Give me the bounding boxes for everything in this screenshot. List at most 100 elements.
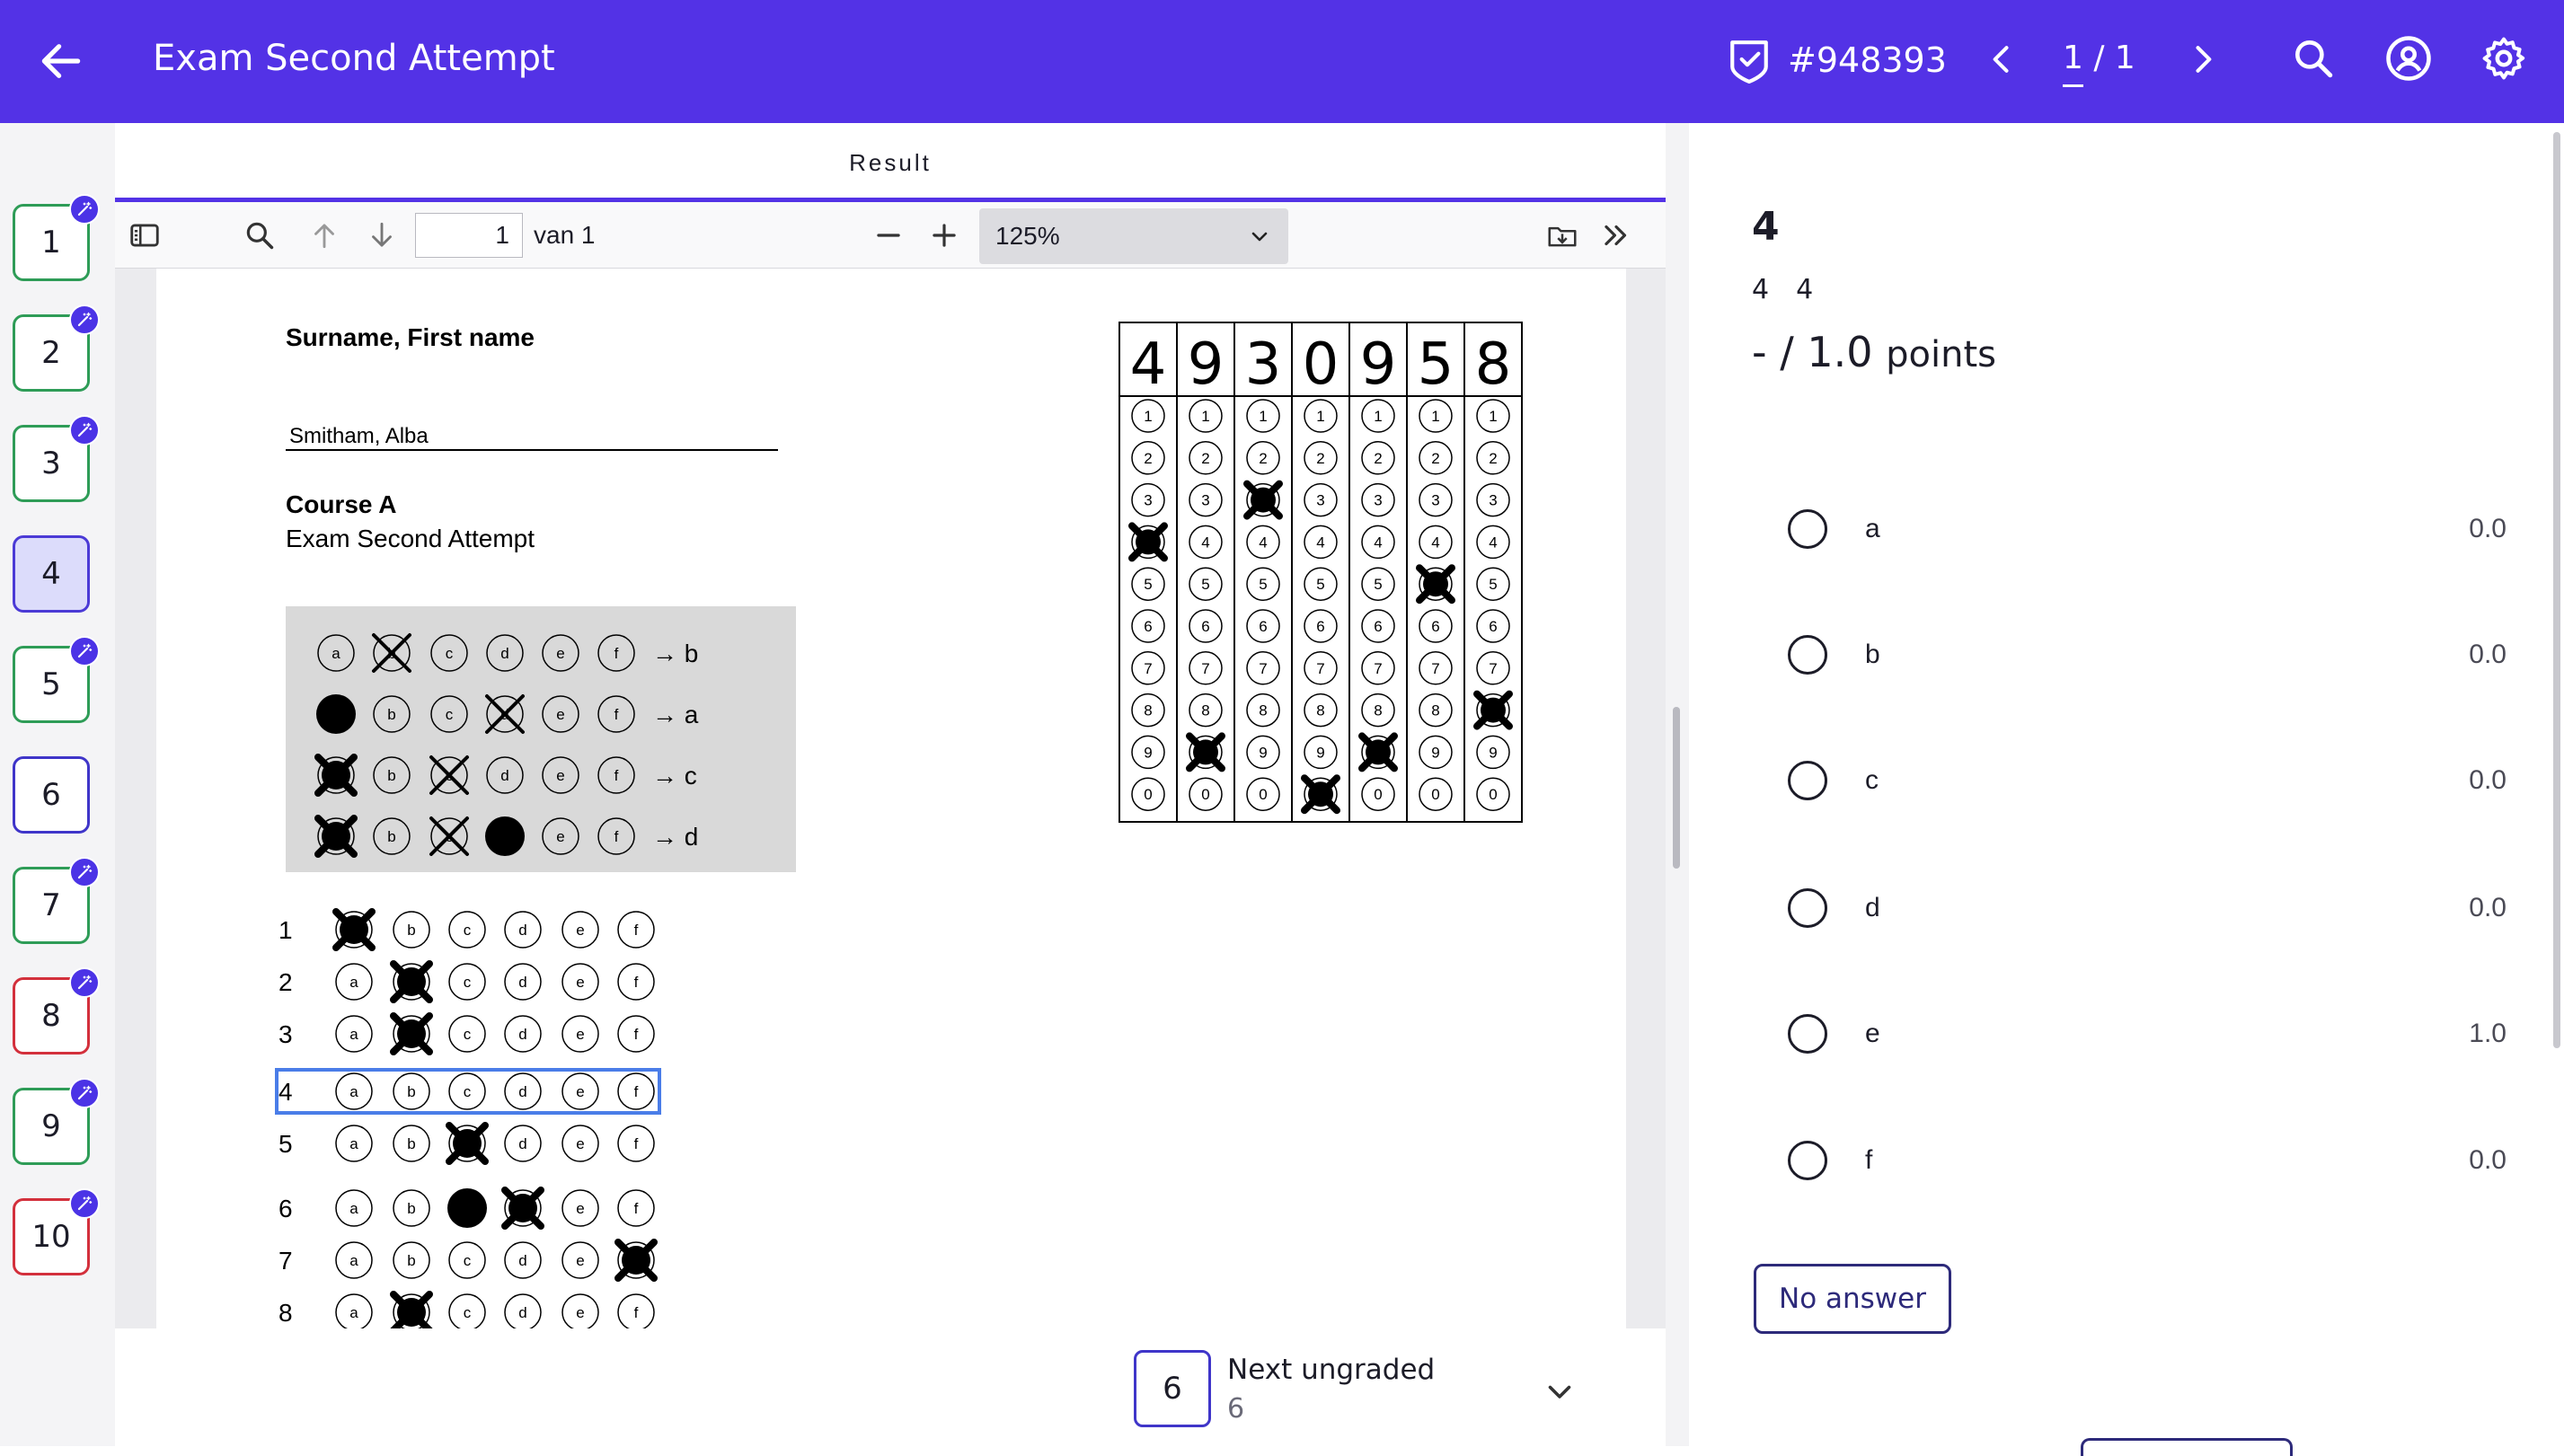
digit-bubble: 5 bbox=[1416, 564, 1455, 604]
question-button-2[interactable]: 2 bbox=[13, 304, 100, 392]
question-button-8[interactable]: 8 bbox=[13, 967, 100, 1054]
bubble-letter: 6 bbox=[1259, 618, 1267, 635]
answer-row-number: 3 bbox=[279, 1020, 293, 1048]
search-icon[interactable] bbox=[2291, 36, 2336, 81]
partial-button[interactable] bbox=[2081, 1438, 2293, 1456]
bubble-letter: 6 bbox=[1144, 618, 1152, 635]
answer-bubble: d bbox=[501, 1187, 544, 1230]
option-f[interactable]: f 0.0 bbox=[1788, 1123, 2507, 1195]
question-button-3[interactable]: 3 bbox=[13, 415, 100, 502]
option-points: 0.0 bbox=[2469, 765, 2507, 795]
bubble-letter: a bbox=[349, 1252, 358, 1269]
answer-bubble: d bbox=[504, 1015, 542, 1053]
bubble-letter: e bbox=[556, 767, 564, 784]
chevron-right-icon[interactable] bbox=[2183, 40, 2223, 79]
page-current[interactable]: 1 bbox=[2063, 36, 2083, 87]
auto-grade-badge bbox=[69, 194, 100, 225]
bubble-letter: b bbox=[407, 1135, 415, 1152]
no-answer-button[interactable]: No answer bbox=[1754, 1264, 1951, 1334]
answer-bubble: b bbox=[393, 1125, 430, 1162]
bubble-letter: 7 bbox=[1431, 660, 1439, 677]
question-button-10[interactable]: 10 bbox=[13, 1188, 100, 1275]
filled-mark bbox=[1251, 487, 1276, 513]
question-button-6[interactable]: 6 bbox=[13, 756, 90, 834]
zoom-in-icon[interactable] bbox=[927, 218, 961, 252]
bubble-letter: 3 bbox=[1374, 492, 1382, 509]
panel-scrollbar[interactable] bbox=[2553, 132, 2560, 1048]
question-button-5[interactable]: 5 bbox=[13, 636, 100, 723]
radio-button[interactable] bbox=[1788, 1014, 1827, 1054]
option-e[interactable]: e 1.0 bbox=[1788, 996, 2507, 1068]
double-chevron-right-icon[interactable] bbox=[1599, 218, 1633, 252]
handwritten-digit: 8 bbox=[1475, 331, 1512, 398]
resize-handle[interactable] bbox=[1673, 707, 1680, 869]
next-ungraded-question[interactable]: 6 bbox=[1134, 1350, 1211, 1427]
option-points: 0.0 bbox=[2469, 514, 2507, 543]
bubble-letter: c bbox=[464, 974, 472, 991]
bubble-letter: 8 bbox=[1144, 702, 1152, 719]
answer-bubble: a bbox=[335, 1241, 373, 1279]
bubble-letter: 3 bbox=[1431, 492, 1439, 509]
answer-bubble: b bbox=[393, 1241, 430, 1279]
question-button-9[interactable]: 9 bbox=[13, 1078, 100, 1165]
bubble-letter: a bbox=[349, 974, 358, 991]
filled-mark bbox=[322, 822, 350, 851]
question-button-1[interactable]: 1 bbox=[13, 194, 100, 281]
magic-wand-icon bbox=[77, 643, 93, 658]
radio-button[interactable] bbox=[1788, 888, 1827, 928]
bubble-letter: 5 bbox=[1489, 576, 1497, 593]
account-icon[interactable] bbox=[2384, 34, 2433, 83]
radio-button[interactable] bbox=[1788, 761, 1827, 800]
bubble-letter: 0 bbox=[1259, 786, 1267, 803]
answer-bubble: f bbox=[617, 963, 655, 1001]
radio-button[interactable] bbox=[1788, 635, 1827, 675]
open-file-icon[interactable] bbox=[1545, 218, 1579, 252]
bubble-letter: 1 bbox=[1144, 408, 1152, 425]
arrow-up-icon[interactable] bbox=[307, 218, 341, 252]
question-button-7[interactable]: 7 bbox=[13, 857, 100, 944]
option-label: f bbox=[1865, 1145, 1873, 1175]
option-a[interactable]: a 0.0 bbox=[1788, 491, 2507, 563]
answer-bubble: a bbox=[335, 1125, 373, 1162]
tab-result[interactable]: Result bbox=[115, 123, 1666, 202]
radio-button[interactable] bbox=[1788, 1141, 1827, 1180]
option-b[interactable]: b 0.0 bbox=[1788, 617, 2507, 689]
question-number: 4 bbox=[41, 556, 61, 592]
find-icon[interactable] bbox=[243, 218, 277, 252]
sidebar-toggle-icon[interactable] bbox=[128, 218, 162, 252]
panel-divider[interactable] bbox=[1666, 123, 1689, 1446]
question-number: 6 bbox=[41, 777, 61, 813]
back-arrow-icon[interactable] bbox=[36, 36, 86, 86]
bubble-letter: e bbox=[556, 828, 564, 845]
option-c[interactable]: c 0.0 bbox=[1788, 743, 2507, 815]
bubble-letter: 0 bbox=[1144, 786, 1152, 803]
magic-wand-icon bbox=[77, 975, 93, 990]
digit-bubble: 4 bbox=[1128, 522, 1168, 562]
bubble-letter: 7 bbox=[1144, 660, 1152, 677]
arrow-down-icon[interactable] bbox=[365, 218, 399, 252]
bubble-letter: a bbox=[349, 1026, 358, 1043]
radio-button[interactable] bbox=[1788, 509, 1827, 549]
answer-bubble: a bbox=[335, 1072, 373, 1110]
answer-bubble: f bbox=[617, 911, 655, 949]
answer-bubble: d bbox=[504, 963, 542, 1001]
answer-bubble: f bbox=[614, 1239, 658, 1282]
question-button-4[interactable]: 4 bbox=[13, 535, 90, 613]
gear-icon[interactable] bbox=[2480, 34, 2528, 83]
answer-bubble: c bbox=[448, 1015, 486, 1053]
zoom-select[interactable]: 125% bbox=[979, 208, 1288, 264]
option-d[interactable]: d 0.0 bbox=[1788, 870, 2507, 942]
bubble-letter: 3 bbox=[1489, 492, 1497, 509]
page-number-input[interactable]: 1 bbox=[415, 213, 523, 258]
bubble-letter: 6 bbox=[1316, 618, 1324, 635]
bubble-letter: c bbox=[464, 1083, 472, 1100]
zoom-out-icon[interactable] bbox=[871, 218, 906, 252]
example-bubble: a bbox=[314, 815, 358, 858]
chevron-left-icon[interactable] bbox=[1982, 40, 2021, 79]
chevron-down-icon[interactable] bbox=[1543, 1375, 1576, 1407]
answer-bubble: c bbox=[448, 963, 486, 1001]
option-points: 0.0 bbox=[2469, 1145, 2507, 1175]
answer-row-number: 5 bbox=[279, 1130, 293, 1158]
pdf-page-area[interactable]: Surname, First name Smitham, Alba Course… bbox=[115, 269, 1666, 1328]
filled-mark bbox=[340, 915, 368, 944]
